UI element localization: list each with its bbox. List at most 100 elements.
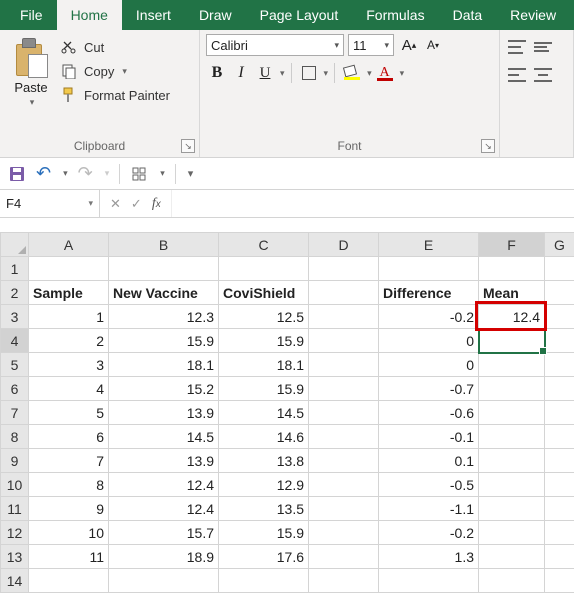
cell-D5[interactable] [309,353,379,377]
cell-D12[interactable] [309,521,379,545]
tab-data[interactable]: Data [439,0,497,30]
cell-C6[interactable]: 15.9 [219,377,309,401]
cell-G11[interactable] [545,497,574,521]
cell-B2[interactable]: New Vaccine [109,281,219,305]
cell-B3[interactable]: 12.3 [109,305,219,329]
font-color-dropdown-icon[interactable]: ▾ [400,68,405,79]
cell-A14[interactable] [29,569,109,593]
cell-C11[interactable]: 13.5 [219,497,309,521]
fill-color-button[interactable] [341,62,363,84]
cell-D4[interactable] [309,329,379,353]
cell-A1[interactable] [29,257,109,281]
cell-C4[interactable]: 15.9 [219,329,309,353]
cell-B7[interactable]: 13.9 [109,401,219,425]
cell-C13[interactable]: 17.6 [219,545,309,569]
tab-draw[interactable]: Draw [185,0,246,30]
cell-B9[interactable]: 13.9 [109,449,219,473]
paste-button[interactable]: Paste ▾ [6,34,56,137]
row-header-7[interactable]: 7 [1,401,29,425]
align-left-button[interactable] [506,64,528,86]
cell-B10[interactable]: 12.4 [109,473,219,497]
customize-qat-button[interactable]: ▾ [188,167,194,180]
clipboard-launcher[interactable]: ↘ [181,139,195,153]
cell-E9[interactable]: 0.1 [379,449,479,473]
font-name-combo[interactable]: Calibri▾ [206,34,344,56]
cell-D11[interactable] [309,497,379,521]
cell-A10[interactable]: 8 [29,473,109,497]
cell-D10[interactable] [309,473,379,497]
row-header-6[interactable]: 6 [1,377,29,401]
row-header-1[interactable]: 1 [1,257,29,281]
col-header-F[interactable]: F [479,233,545,257]
cell-E7[interactable]: -0.6 [379,401,479,425]
cancel-formula-button[interactable]: ✕ [110,196,121,212]
cell-A13[interactable]: 11 [29,545,109,569]
cell-E2[interactable]: Difference [379,281,479,305]
row-header-13[interactable]: 13 [1,545,29,569]
undo-button[interactable]: ↶ [36,163,51,184]
row-header-8[interactable]: 8 [1,425,29,449]
cell-F11[interactable] [479,497,545,521]
col-header-E[interactable]: E [379,233,479,257]
cell-C5[interactable]: 18.1 [219,353,309,377]
cell-F2[interactable]: Mean [479,281,545,305]
cell-E6[interactable]: -0.7 [379,377,479,401]
cell-A3[interactable]: 1 [29,305,109,329]
formula-input[interactable] [172,190,574,217]
align-middle-button[interactable] [532,36,554,58]
decrease-font-size-button[interactable]: A▾ [422,34,444,56]
underline-dropdown-icon[interactable]: ▾ [280,68,285,79]
cell-D8[interactable] [309,425,379,449]
cell-G2[interactable] [545,281,574,305]
enter-formula-button[interactable]: ✓ [131,196,142,212]
cell-G6[interactable] [545,377,574,401]
fx-icon[interactable]: fx [152,196,161,212]
cell-E8[interactable]: -0.1 [379,425,479,449]
cell-F10[interactable] [479,473,545,497]
cell-B13[interactable]: 18.9 [109,545,219,569]
cell-C7[interactable]: 14.5 [219,401,309,425]
cell-D9[interactable] [309,449,379,473]
cell-F6[interactable] [479,377,545,401]
cell-D2[interactable] [309,281,379,305]
cell-G13[interactable] [545,545,574,569]
row-header-9[interactable]: 9 [1,449,29,473]
cell-A4[interactable]: 2 [29,329,109,353]
cell-E14[interactable] [379,569,479,593]
cell-D7[interactable] [309,401,379,425]
cell-E5[interactable]: 0 [379,353,479,377]
cell-D13[interactable] [309,545,379,569]
cell-F12[interactable] [479,521,545,545]
cell-F9[interactable] [479,449,545,473]
cell-C8[interactable]: 14.6 [219,425,309,449]
align-top-button[interactable] [506,36,528,58]
paste-dropdown-icon[interactable]: ▾ [30,97,35,108]
touch-dropdown-icon[interactable]: ▾ [160,168,165,179]
cut-button[interactable]: Cut [60,38,170,56]
cell-B5[interactable]: 18.1 [109,353,219,377]
cell-F3[interactable]: 12.4 [479,305,545,329]
fill-dropdown-icon[interactable]: ▾ [367,68,372,79]
italic-button[interactable]: I [230,62,252,84]
cell-D14[interactable] [309,569,379,593]
cell-B6[interactable]: 15.2 [109,377,219,401]
cell-C14[interactable] [219,569,309,593]
format-painter-button[interactable]: Format Painter [60,86,170,104]
tab-insert[interactable]: Insert [122,0,185,30]
row-header-11[interactable]: 11 [1,497,29,521]
copy-dropdown-icon[interactable]: ▾ [122,66,127,77]
cell-G4[interactable] [545,329,574,353]
cell-A2[interactable]: Sample [29,281,109,305]
select-all-corner[interactable] [1,233,29,257]
row-header-3[interactable]: 3 [1,305,29,329]
cell-G7[interactable] [545,401,574,425]
cell-F4[interactable] [479,329,545,353]
cell-A8[interactable]: 6 [29,425,109,449]
cell-C9[interactable]: 13.8 [219,449,309,473]
font-launcher[interactable]: ↘ [481,139,495,153]
cell-D1[interactable] [309,257,379,281]
col-header-A[interactable]: A [29,233,109,257]
cell-A9[interactable]: 7 [29,449,109,473]
row-header-5[interactable]: 5 [1,353,29,377]
cell-A12[interactable]: 10 [29,521,109,545]
